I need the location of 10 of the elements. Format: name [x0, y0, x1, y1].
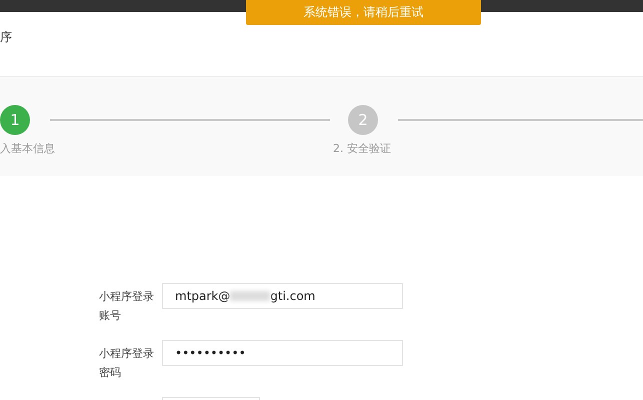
- field-label: 小程序登录密码: [99, 346, 155, 381]
- field-label: 小程序登录账号: [99, 289, 155, 324]
- step-label: 入基本信息: [0, 141, 55, 156]
- error-toast: 系统错误，请稍后重试: [246, 0, 481, 25]
- input-field[interactable]: mtpark@ gti.com: [162, 283, 403, 309]
- page-title: 序: [0, 29, 13, 46]
- step-circle: 1: [0, 105, 30, 135]
- step-label: 2. 安全验证: [333, 141, 391, 156]
- step-circle: 2: [348, 105, 378, 135]
- password-field[interactable]: ••••••••••: [162, 340, 403, 366]
